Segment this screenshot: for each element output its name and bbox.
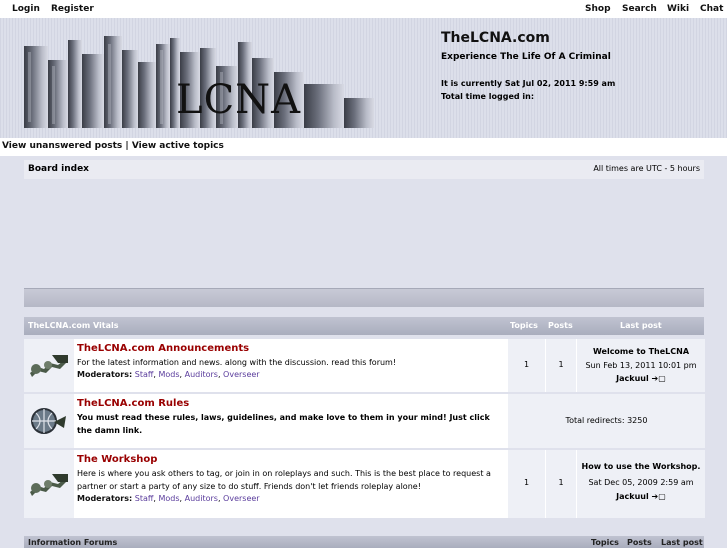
mod-link[interactable]: Overseer [223, 494, 260, 503]
col-topics: Topics [510, 321, 538, 330]
view-latest-post-icon[interactable]: ➔▢ [652, 492, 666, 501]
moderators: Moderators: Staff, Mods, Auditors, Overs… [77, 494, 260, 503]
forum-description: For the latest information and news. alo… [77, 358, 397, 367]
last-post-date: Sun Feb 13, 2011 10:01 pm [585, 361, 697, 370]
mod-link[interactable]: Overseer [223, 370, 260, 379]
last-post-title[interactable]: Welcome to TheLCNA [577, 347, 705, 356]
last-post-author[interactable]: Jackuul [616, 374, 649, 383]
site-header: LCNA TheLCNA.com Experience The Life Of … [0, 18, 727, 138]
category-header: Information Forums Topics Posts Last pos… [24, 536, 704, 548]
forum-top-bar [24, 288, 704, 307]
last-post-title[interactable]: How to use the Workshop. [577, 462, 705, 471]
chat-link[interactable]: Chat [700, 4, 723, 14]
forum-title[interactable]: TheLCNA.com Rules [77, 398, 505, 409]
site-tagline: Experience The Life Of A Criminal [441, 52, 611, 62]
logo-wordmark: LCNA [176, 77, 302, 123]
category-title[interactable]: TheLCNA.com Vitals [28, 321, 119, 330]
shop-link[interactable]: Shop [585, 4, 611, 14]
timezone-note: All times are UTC - 5 hours [593, 164, 700, 173]
view-latest-post-icon[interactable]: ➔▢ [652, 374, 666, 383]
posts-count: 1 [545, 339, 576, 392]
board-index-link[interactable]: Board index [28, 164, 89, 174]
moderators: Moderators: Staff, Mods, Auditors, Overs… [77, 370, 260, 379]
last-post-user: Jackuul ➔▢ [577, 492, 705, 501]
login-link[interactable]: Login [12, 4, 40, 14]
forum-link-icon [31, 408, 66, 434]
forum-description: Here is where you ask others to tag, or … [77, 469, 491, 491]
register-link[interactable]: Register [51, 4, 94, 14]
posts-count: 1 [545, 450, 576, 518]
col-topics: Topics [591, 538, 619, 547]
forum-title[interactable]: The Workshop [77, 454, 505, 465]
forum-title[interactable]: TheLCNA.com Announcements [77, 343, 505, 354]
forum-read-icon [30, 474, 68, 496]
last-post-cell: Welcome to TheLCNA Sun Feb 13, 2011 10:0… [576, 339, 705, 392]
site-title: TheLCNA.com [441, 30, 550, 46]
category-title[interactable]: Information Forums [28, 538, 117, 547]
forum-row: The Workshop Here is where you ask other… [24, 450, 705, 518]
time-logged: Total time logged in: [441, 92, 535, 101]
mod-link[interactable]: Auditors [185, 370, 218, 379]
forum-row: TheLCNA.com Rules You must read these ru… [24, 394, 705, 448]
forum-row: TheLCNA.com Announcements For the latest… [24, 339, 705, 392]
category-header: TheLCNA.com Vitals Topics Posts Last pos… [24, 317, 704, 335]
moderators-label: Moderators: [77, 494, 133, 503]
forum-content: Board index All times are UTC - 5 hours … [24, 158, 705, 548]
topics-count: 1 [507, 450, 545, 518]
topics-count: 1 [507, 339, 545, 392]
top-nav-bar: Login Register Shop Search Wiki Chat [0, 0, 727, 18]
forum-description: You must read these rules, laws, guideli… [77, 413, 490, 435]
time-info: It is currently Sat Jul 02, 2011 9:59 am… [441, 77, 615, 103]
mod-link[interactable]: Mods [158, 494, 179, 503]
last-post-author[interactable]: Jackuul [616, 492, 649, 501]
col-last-post: Last post [620, 321, 662, 330]
col-posts: Posts [548, 321, 573, 330]
quick-links-bar: View unanswered posts | View active topi… [0, 138, 727, 156]
breadcrumb: Board index All times are UTC - 5 hours [24, 160, 704, 179]
last-post-date: Sat Dec 05, 2009 2:59 am [588, 478, 694, 487]
current-time: It is currently Sat Jul 02, 2011 9:59 am [441, 79, 616, 88]
redirect-count: Total redirects: 3250 [565, 416, 648, 425]
mod-link[interactable]: Staff [135, 370, 154, 379]
last-post-user: Jackuul ➔▢ [577, 374, 705, 383]
quick-links[interactable]: View unanswered posts | View active topi… [2, 141, 224, 151]
forum-read-icon [30, 355, 68, 377]
redirects-cell: Total redirects: 3250 [507, 394, 705, 448]
col-posts: Posts [627, 538, 652, 547]
mod-link[interactable]: Staff [135, 494, 154, 503]
mod-link[interactable]: Auditors [185, 494, 218, 503]
last-post-cell: How to use the Workshop. Sat Dec 05, 200… [576, 450, 705, 518]
col-last-post: Last post [661, 538, 703, 547]
mod-link[interactable]: Mods [158, 370, 179, 379]
moderators-label: Moderators: [77, 370, 133, 379]
search-link[interactable]: Search [622, 4, 657, 14]
wiki-link[interactable]: Wiki [667, 4, 689, 14]
site-logo[interactable]: LCNA [24, 32, 374, 128]
